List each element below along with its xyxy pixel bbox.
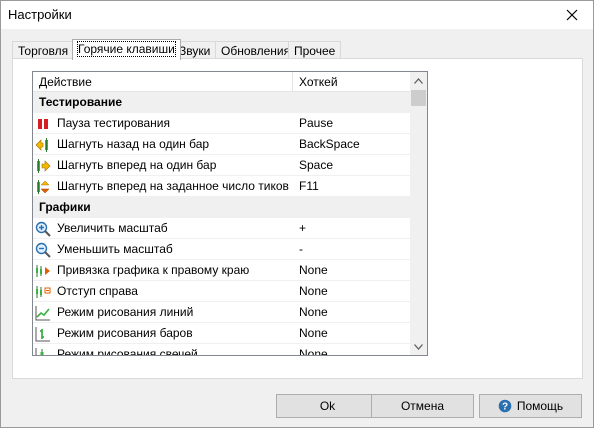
zoom-in-icon <box>35 221 51 237</box>
table-row[interactable]: Шагнуть назад на один бар BackSpace <box>33 134 410 155</box>
table-row[interactable]: Уменьшить масштаб - <box>33 239 410 260</box>
action-label: Режим рисования баров <box>57 326 193 340</box>
tab-panel: Действие Хоткей Тестирование Пауза тести… <box>12 58 583 379</box>
step-ticks-icon <box>37 180 50 194</box>
cancel-button[interactable]: Отмена <box>371 394 474 418</box>
hotkey-value: Space <box>299 158 334 172</box>
list-rows: Тестирование Пауза тестирования Pause Ша… <box>33 92 410 356</box>
hotkey-value: - <box>299 242 303 256</box>
hotkeys-list[interactable]: Действие Хоткей Тестирование Пауза тести… <box>32 71 428 356</box>
help-icon: ? <box>498 399 512 413</box>
hotkey-value: None <box>299 284 328 298</box>
hotkey-value: None <box>299 263 328 277</box>
table-row[interactable]: Шагнуть вперед на один бар Space <box>33 155 410 176</box>
settings-dialog: Настройки Торговля Горячие клавиши Звуки… <box>0 0 594 428</box>
action-label: Пауза тестирования <box>57 116 170 130</box>
bar-chart-icon <box>35 327 50 342</box>
hotkey-value: F11 <box>299 179 319 193</box>
hotkey-value: + <box>299 221 307 235</box>
action-label: Шагнуть назад на один бар <box>57 137 210 151</box>
pause-icon <box>38 119 48 129</box>
hotkey-value: Pause <box>299 116 334 130</box>
window-title: Настройки <box>8 7 72 22</box>
step-forward-icon <box>37 159 51 173</box>
tab-hotkeys[interactable]: Горячие клавиши <box>72 39 181 60</box>
step-back-icon <box>35 138 48 152</box>
action-label: Увеличить масштаб <box>57 221 168 235</box>
action-label: Уменьшить масштаб <box>57 242 173 256</box>
candle-chart-icon <box>35 348 44 355</box>
action-label: Шагнуть вперед на заданное число тиков <box>57 179 289 193</box>
svg-text:?: ? <box>502 402 508 413</box>
chart-shift-icon <box>36 286 51 298</box>
table-row[interactable]: Увеличить масштаб + <box>33 218 410 239</box>
scroll-up-button[interactable] <box>410 72 427 89</box>
ok-button[interactable]: Ok <box>276 394 379 418</box>
table-row[interactable]: Пауза тестирования Pause <box>33 113 410 134</box>
column-header-hotkey[interactable]: Хоткей <box>293 72 410 92</box>
group-row-testing[interactable]: Тестирование <box>33 92 410 113</box>
tab-strip: Торговля Горячие клавиши Звуки Обновлени… <box>12 39 592 60</box>
hotkey-value: None <box>299 305 328 319</box>
table-row[interactable]: Режим рисования линий None <box>33 302 410 323</box>
line-chart-icon <box>35 306 50 321</box>
hotkey-value: None <box>299 347 328 356</box>
table-row[interactable]: Режим рисования баров None <box>33 323 410 344</box>
help-button[interactable]: ? Помощь <box>479 394 582 418</box>
table-row[interactable]: Шагнуть вперед на заданное число тиков F… <box>33 176 410 197</box>
table-row[interactable]: Отступ справа None <box>33 281 410 302</box>
action-label: Отступ справа <box>57 284 138 298</box>
action-label: Шагнуть вперед на один бар <box>57 158 217 172</box>
vertical-scrollbar[interactable] <box>410 72 427 355</box>
list-header: Действие Хоткей <box>33 72 410 92</box>
scroll-thumb[interactable] <box>411 90 426 106</box>
title-bar: Настройки <box>1 1 593 29</box>
table-row[interactable]: Привязка графика к правому краю None <box>33 260 410 281</box>
action-label: Привязка графика к правому краю <box>57 263 250 277</box>
zoom-out-icon <box>35 242 51 258</box>
close-icon <box>566 9 578 21</box>
group-row-charts[interactable]: Графики <box>33 197 410 218</box>
chart-autoscroll-icon <box>36 265 50 277</box>
group-label: Тестирование <box>39 95 123 109</box>
close-button[interactable] <box>555 1 589 29</box>
action-label: Режим рисования свечей <box>57 347 198 356</box>
hotkey-value: BackSpace <box>299 137 360 151</box>
chevron-down-icon <box>414 343 423 350</box>
hotkey-value: None <box>299 326 328 340</box>
group-label: Графики <box>39 200 91 214</box>
action-label: Режим рисования линий <box>57 305 194 319</box>
table-row[interactable]: Режим рисования свечей None <box>33 344 410 356</box>
column-header-action[interactable]: Действие <box>33 72 293 92</box>
scroll-down-button[interactable] <box>410 338 427 355</box>
chevron-up-icon <box>414 77 423 84</box>
